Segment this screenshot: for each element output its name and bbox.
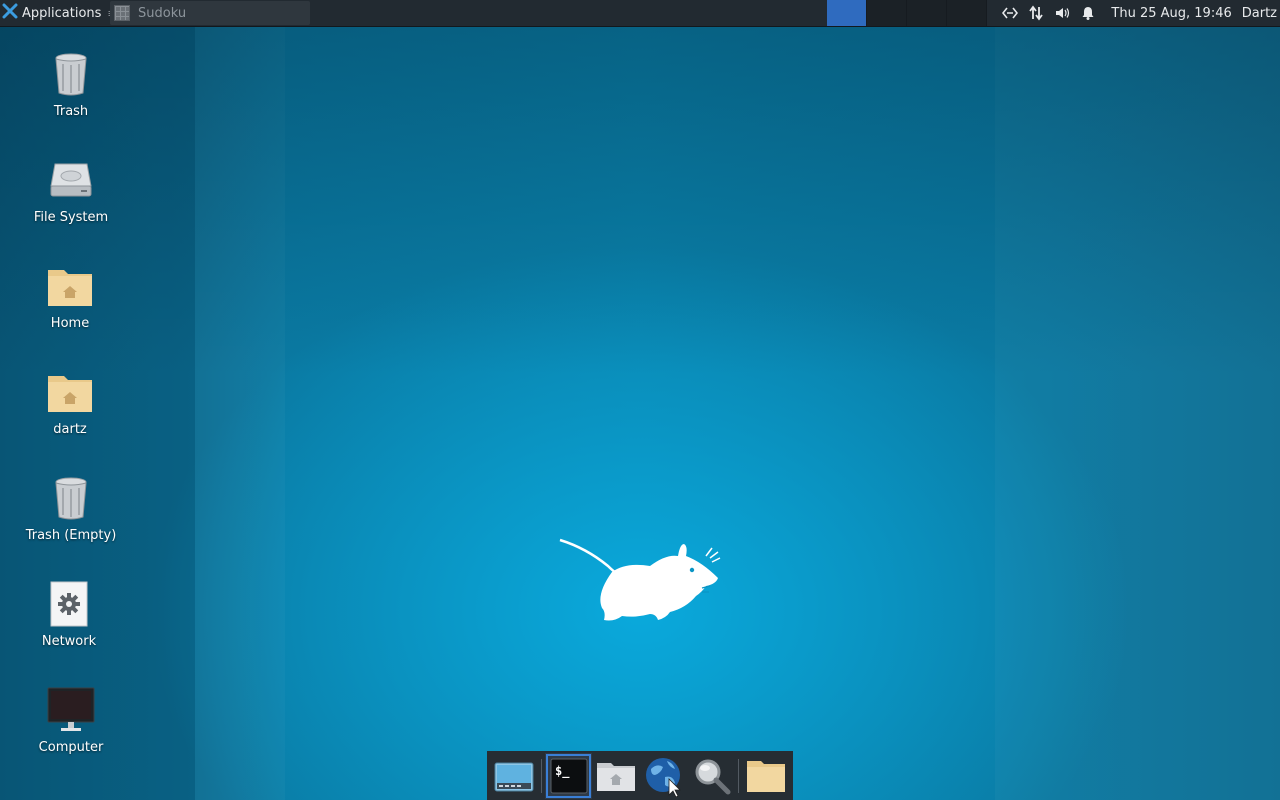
harddisk-icon: [47, 156, 95, 204]
magnifier-icon: [695, 759, 731, 794]
user-menu[interactable]: Dartz: [1242, 6, 1280, 21]
dock-web-browser[interactable]: [640, 753, 688, 799]
folder-icon: [747, 760, 786, 792]
dock-separator: [738, 758, 740, 793]
desktop-icon-computer[interactable]: Computer: [6, 686, 136, 756]
svg-text:$_: $_: [555, 764, 570, 779]
dock-folder[interactable]: [742, 753, 790, 799]
desktop-icon-label: Trash: [53, 104, 89, 119]
taskbar-window-button-sudoku[interactable]: Sudoku: [110, 1, 310, 25]
system-tray: Thu 25 Aug, 19:46 Dartz: [997, 0, 1280, 26]
desktop-icon-network[interactable]: Network: [4, 580, 134, 650]
desktop-icon-trash[interactable]: Trash: [6, 50, 136, 120]
globe-icon: [645, 757, 681, 797]
dock-separator: [540, 758, 542, 793]
workspace-2[interactable]: [867, 0, 907, 26]
trash-icon: [47, 50, 95, 98]
notification-bell-icon[interactable]: [1075, 0, 1101, 26]
dock-show-desktop[interactable]: [490, 753, 538, 799]
top-panel: Applications ≡ Sudoku Thu 25 Aug, 19:46 …: [0, 0, 1280, 27]
workspace-3[interactable]: [907, 0, 947, 26]
clock[interactable]: Thu 25 Aug, 19:46: [1101, 6, 1241, 21]
home-folder-icon: [46, 262, 94, 310]
dock-file-manager[interactable]: [592, 753, 640, 799]
applications-label: Applications: [22, 5, 102, 21]
home-folder-icon: [46, 368, 94, 416]
desktop-icon-label: File System: [33, 210, 109, 225]
monitor-icon: [47, 686, 95, 734]
taskbar-window-title: Sudoku: [138, 5, 187, 21]
desktop-icon-dartz[interactable]: dartz: [5, 368, 135, 438]
xfce-mouse-logo: [556, 536, 726, 628]
workspace-1[interactable]: [827, 0, 867, 26]
desktop-icon-label: dartz: [53, 422, 87, 437]
network-connection-icon[interactable]: [997, 0, 1023, 26]
dock-panel: $_: [487, 751, 793, 800]
workspace-4[interactable]: [947, 0, 987, 26]
xfce-logo-icon: [2, 3, 18, 23]
terminal-icon: $_: [550, 758, 587, 793]
applications-menu-button[interactable]: Applications ≡: [0, 0, 121, 26]
workspace-switcher: [827, 0, 987, 26]
desktop-icon-label: Home: [50, 316, 90, 331]
desktop-icon-file-system[interactable]: File System: [6, 156, 136, 226]
desktop-icon-label: Network: [41, 634, 97, 649]
network-transfer-icon[interactable]: [1023, 0, 1049, 26]
dock-terminal[interactable]: $_: [544, 752, 593, 799]
sudoku-icon: [114, 5, 130, 21]
network-settings-icon: [45, 580, 93, 628]
desktop-icon-label: Trash (Empty): [25, 528, 117, 543]
volume-icon[interactable]: [1049, 0, 1075, 26]
desktop-icon-label: Computer: [38, 740, 104, 755]
trash-icon: [47, 474, 95, 522]
desktop-icon-trash-empty[interactable]: Trash (Empty): [6, 474, 136, 544]
dock-app-finder[interactable]: [688, 753, 736, 799]
desktop-icon-home[interactable]: Home: [5, 262, 135, 332]
home-folder-icon: [597, 762, 636, 791]
desktop-icon: [494, 762, 534, 791]
